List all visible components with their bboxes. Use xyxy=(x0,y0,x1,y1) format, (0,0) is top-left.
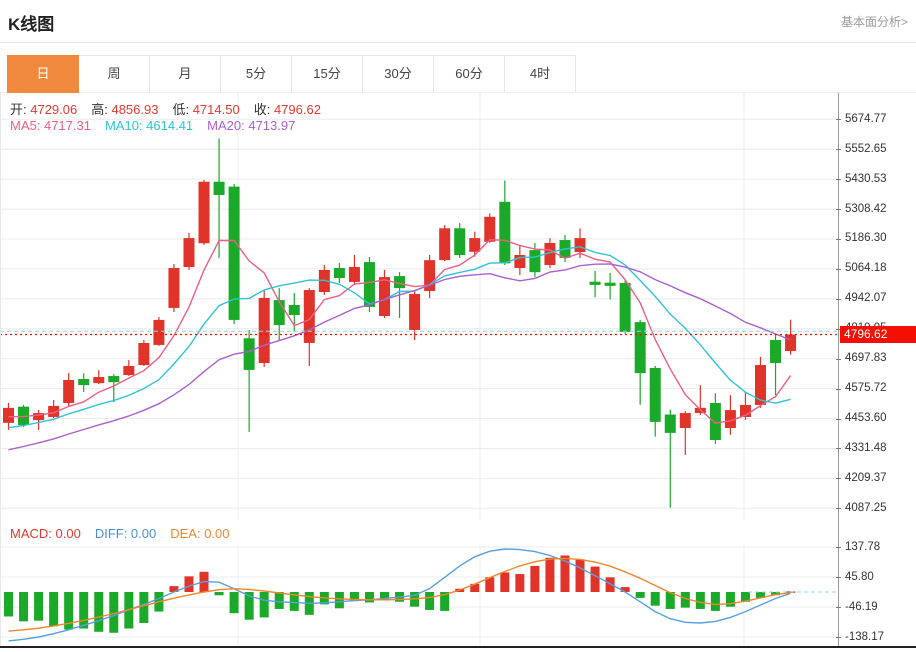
price-tick-label: 4942.07 xyxy=(845,291,915,306)
plot-left-border xyxy=(0,93,1,646)
tick-mark xyxy=(836,607,841,608)
tick-mark xyxy=(836,359,841,360)
legend-item: DIFF: 0.00 xyxy=(95,526,156,541)
tick-mark xyxy=(836,269,841,270)
tick-mark xyxy=(836,547,841,548)
period-tab-bar: 日周月5分15分30分60分4时 xyxy=(8,55,576,93)
page-title: K线图 xyxy=(8,10,54,35)
ohlc-legend: 开: 4729.06 高: 4856.93 低: 4714.50 收: 4796.62 xyxy=(10,99,335,118)
tick-mark xyxy=(836,448,841,449)
tick-mark xyxy=(836,508,841,509)
legend-item: MA5: 4717.31 xyxy=(10,118,91,133)
candles xyxy=(3,138,796,507)
legend-item: 高: 4856.93 xyxy=(91,102,158,117)
tab-day[interactable]: 日 xyxy=(7,55,79,93)
legend-item: 开: 4729.06 xyxy=(10,102,77,117)
macd-legend: MACD: 0.00 DIFF: 0.00 DEA: 0.00 xyxy=(10,526,244,541)
y-axis-line xyxy=(838,93,839,646)
price-tick-label: 5064.18 xyxy=(845,261,915,276)
tab-30min[interactable]: 30分 xyxy=(362,55,434,93)
tick-mark xyxy=(836,209,841,210)
tick-mark xyxy=(836,389,841,390)
legend-item: MA20: 4713.97 xyxy=(207,118,295,133)
macd-tick-label: -138.17 xyxy=(845,630,915,645)
legend-item: 收: 4796.62 xyxy=(254,102,321,117)
tick-mark xyxy=(836,299,841,300)
kline-widget: K线图 基本面分析> 日周月5分15分30分60分4时 开: 4729.06 高:… xyxy=(0,0,916,652)
macd-tick-label: -46.19 xyxy=(845,600,915,615)
tick-mark xyxy=(836,478,841,479)
legend-item: DEA: 0.00 xyxy=(170,526,229,541)
tab-60min[interactable]: 60分 xyxy=(433,55,505,93)
tick-mark xyxy=(836,149,841,150)
price-tick-label: 5186.30 xyxy=(845,231,915,246)
tick-mark xyxy=(836,119,841,120)
legend-item: MACD: 0.00 xyxy=(10,526,81,541)
legend-item: 低: 4714.50 xyxy=(172,102,239,117)
legend-item: MA10: 4614.41 xyxy=(105,118,193,133)
price-tick-label: 4453.60 xyxy=(845,411,915,426)
macd-tick-label: 45.80 xyxy=(845,570,915,585)
price-tick-label: 5674.77 xyxy=(845,112,915,127)
fundamental-analysis-link[interactable]: 基本面分析> xyxy=(841,13,908,30)
macd-tick-label: 137.78 xyxy=(845,540,915,555)
price-tick-label: 5552.65 xyxy=(845,142,915,157)
current-price-badge: 4796.62 xyxy=(840,326,916,343)
price-tick-label: 4209.37 xyxy=(845,471,915,486)
price-tick-label: 4331.48 xyxy=(845,441,915,456)
tick-mark xyxy=(836,577,841,578)
price-tick-label: 4087.25 xyxy=(845,501,915,516)
tab-week[interactable]: 周 xyxy=(78,55,150,93)
price-tick-label: 4575.72 xyxy=(845,381,915,396)
tab-month[interactable]: 月 xyxy=(149,55,221,93)
price-tick-label: 5430.53 xyxy=(845,172,915,187)
ma-legend: MA5: 4717.31 MA10: 4614.41 MA20: 4713.97 xyxy=(10,118,309,133)
tick-mark xyxy=(836,179,841,180)
tick-mark xyxy=(836,637,841,638)
tab-4hour[interactable]: 4时 xyxy=(504,55,576,93)
header-divider xyxy=(0,42,916,43)
price-tick-label: 5308.42 xyxy=(845,202,915,217)
tab-15min[interactable]: 15分 xyxy=(291,55,363,93)
tick-mark xyxy=(836,419,841,420)
tick-mark xyxy=(836,239,841,240)
tab-5min[interactable]: 5分 xyxy=(220,55,292,93)
bottom-border xyxy=(0,646,916,648)
price-tick-label: 4697.83 xyxy=(845,351,915,366)
